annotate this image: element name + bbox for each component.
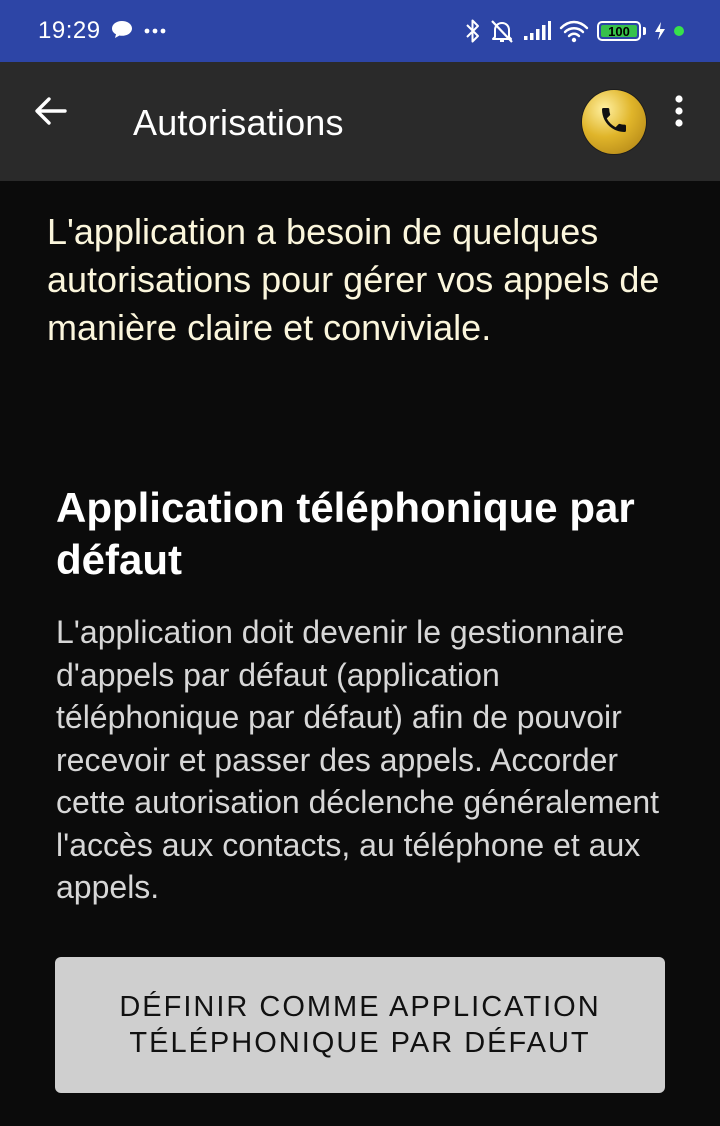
intro-text: L'application a besoin de quelques autor… bbox=[47, 211, 660, 348]
app-bar: Autorisations bbox=[0, 62, 720, 181]
phone-avatar-button[interactable] bbox=[582, 90, 646, 154]
back-button[interactable] bbox=[30, 92, 72, 134]
status-left: 19:29 bbox=[38, 17, 167, 45]
page-title: Autorisations bbox=[133, 102, 344, 143]
more-vert-icon bbox=[674, 94, 684, 133]
battery-icon: 100 bbox=[597, 21, 641, 41]
battery-cap bbox=[643, 27, 646, 35]
signal-icon bbox=[523, 20, 551, 42]
status-right: 100 bbox=[465, 18, 684, 44]
phone-icon bbox=[598, 104, 630, 141]
status-time: 19:29 bbox=[38, 17, 101, 44]
status-bar: 19:29 100 bbox=[0, 0, 720, 62]
battery-level: 100 bbox=[608, 23, 630, 39]
section-description: L'application doit devenir le gestionnai… bbox=[56, 614, 660, 905]
more-options-button[interactable] bbox=[664, 92, 694, 134]
set-default-phone-app-button[interactable]: DÉFINIR COMME APPLICATION TÉLÉPHONIQUE P… bbox=[55, 957, 665, 1093]
bluetooth-icon bbox=[465, 18, 481, 44]
charging-indicator-dot bbox=[674, 26, 684, 36]
arrow-left-icon bbox=[34, 96, 68, 131]
chat-bubble-icon bbox=[111, 19, 133, 44]
more-dots-icon bbox=[143, 22, 167, 40]
silent-bell-icon bbox=[489, 18, 515, 44]
charging-icon bbox=[654, 21, 666, 41]
wifi-icon bbox=[559, 19, 589, 43]
section-title: Application téléphonique par défaut bbox=[56, 484, 635, 583]
